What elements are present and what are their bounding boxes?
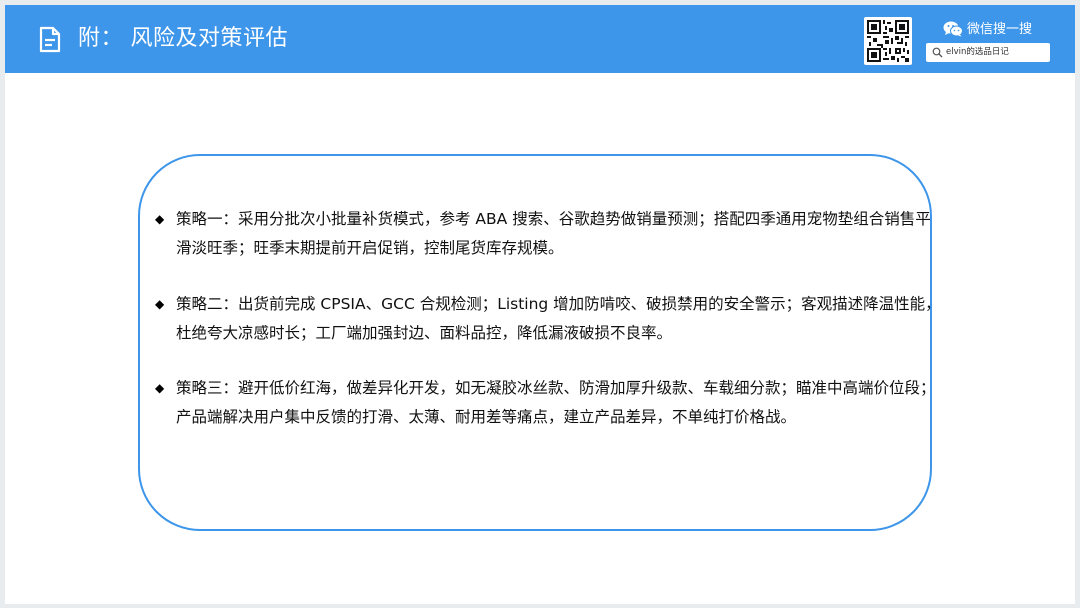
strategy-text-3: 策略三：避开低价红海，做差异化开发，如无凝胶冰丝款、防滑加厚升级款、车载细分款；… — [176, 379, 936, 426]
search-icon — [932, 47, 943, 58]
diamond-bullet-icon: ◆ — [155, 381, 165, 395]
diamond-bullet-icon: ◆ — [155, 297, 165, 311]
header-bar: 附： 风险及对策评估 微信搜一搜 elvin的选品日记 — [5, 5, 1075, 73]
search-input[interactable]: elvin的选品日记 — [926, 43, 1050, 62]
qr-code-graphic — [867, 20, 909, 62]
search-value: elvin的选品日记 — [946, 47, 1009, 57]
strategy-text-2: 策略二：出货前完成 CPSIA、GCC 合规检测；Listing 增加防啃咬、破… — [176, 295, 941, 342]
page-title: 附： 风险及对策评估 — [78, 26, 288, 51]
slide: 附： 风险及对策评估 微信搜一搜 elvin的选品日记 ◆ 策略一：采用分批次小… — [5, 5, 1075, 604]
wechat-search-text: 微信搜一搜 — [967, 22, 1033, 37]
document-icon — [39, 26, 61, 53]
wechat-search-label: 微信搜一搜 — [943, 19, 1032, 41]
wechat-icon — [943, 21, 963, 36]
strategy-text-1: 策略一：采用分批次小批量补货模式，参考 ABA 搜索、谷歌趋势做销量预测；搭配四… — [176, 210, 931, 257]
qr-code[interactable] — [864, 17, 912, 65]
diamond-bullet-icon: ◆ — [155, 212, 165, 226]
